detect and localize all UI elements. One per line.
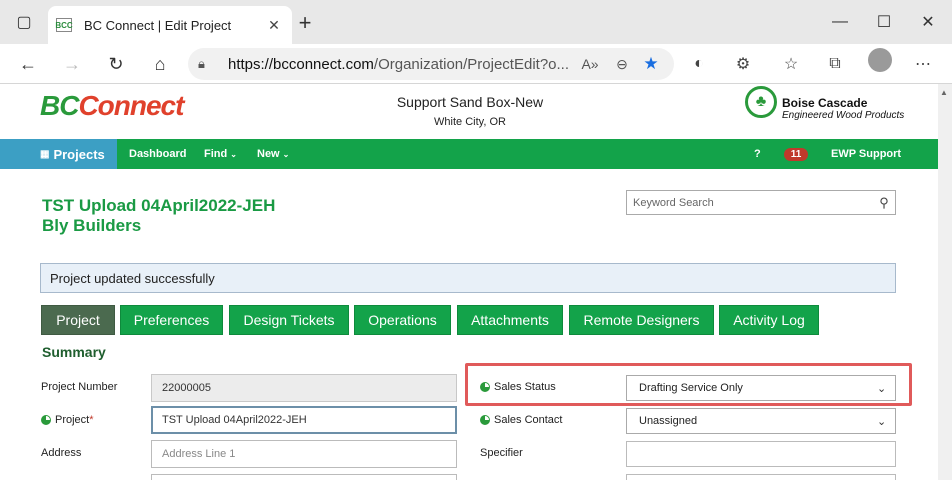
search-icon[interactable]: ⚲ <box>873 195 895 211</box>
grid-icon: ▦ <box>40 148 50 160</box>
project-builder: Bly Builders <box>42 216 142 235</box>
sales-contact-label: Sales Contact <box>480 414 562 426</box>
project-title: TST Upload 04April2022-JEH <box>42 196 276 215</box>
collections-icon[interactable]: ⧉ <box>820 50 850 78</box>
new-tab-icon[interactable]: + <box>292 10 318 36</box>
main-nav: ▦ Projects Dashboard Find ⌄ New ⌄ ? 11 E… <box>0 139 938 169</box>
keyword-search: ⚲ <box>626 190 896 215</box>
refresh-icon[interactable]: ↻ <box>102 50 130 78</box>
lock-icon[interactable]: 🔒︎ <box>198 56 218 72</box>
tab-actions-icon[interactable]: ▢ <box>10 8 38 36</box>
nav-new[interactable]: New ⌄ <box>257 139 289 169</box>
pie-status-icon <box>41 415 51 425</box>
notification-badge[interactable]: 11 <box>784 148 808 161</box>
help-icon[interactable]: ? <box>754 139 761 169</box>
home-icon[interactable]: ⌂ <box>146 50 174 78</box>
zoom-icon[interactable]: ⊖ <box>606 56 638 73</box>
specifier-label: Specifier <box>480 447 523 459</box>
sales-contact-value: Unassigned <box>639 415 698 427</box>
browser-tab-bar: ▢ BCC BC Connect | Edit Project ✕ + — ☐ … <box>0 0 952 44</box>
nav-dashboard[interactable]: Dashboard <box>129 139 186 169</box>
sales-contact-select[interactable]: Unassigned ⌄ <box>626 408 896 434</box>
boise-cascade-tree-icon: ♣ <box>745 86 777 118</box>
nav-find-label: Find <box>204 148 228 160</box>
specifier-input[interactable] <box>626 441 896 467</box>
tab-remote-designers[interactable]: Remote Designers <box>569 305 714 335</box>
extensions-puzzle-icon[interactable]: ⚙ <box>728 50 758 78</box>
profile-avatar[interactable] <box>868 48 892 72</box>
highlight-annotation <box>465 363 912 406</box>
address-bar[interactable]: 🔒︎ https://bcconnect.com/Organization/Pr… <box>188 48 674 80</box>
nav-projects[interactable]: ▦ Projects <box>0 139 117 169</box>
pie-status-icon <box>480 415 490 425</box>
read-aloud-icon[interactable]: A» <box>574 56 606 72</box>
project-label-text: Project <box>55 414 90 426</box>
nav-user-menu[interactable]: EWP Support <box>831 139 901 169</box>
project-number-label: Project Number <box>41 381 118 393</box>
project-name-input[interactable]: TST Upload 04April2022-JEH <box>151 406 457 434</box>
maximize-icon[interactable]: ☐ <box>870 8 898 36</box>
scroll-up-icon[interactable]: ▲ <box>940 88 948 97</box>
tab-project[interactable]: Project <box>41 305 115 335</box>
nav-find[interactable]: Find ⌄ <box>204 139 237 169</box>
summary-heading: Summary <box>42 344 106 360</box>
org-location: White City, OR <box>434 116 506 128</box>
partner-subtitle: Engineered Wood Products <box>782 110 905 121</box>
tab-title: BC Connect | Edit Project <box>84 17 232 33</box>
close-tab-icon[interactable]: ✕ <box>264 17 284 34</box>
extension-icon[interactable]: ◐ <box>684 50 714 78</box>
browser-tab[interactable]: BCC BC Connect | Edit Project ✕ <box>48 6 292 44</box>
required-marker: * <box>89 414 94 426</box>
keyword-search-input[interactable] <box>633 196 873 209</box>
page-scrollbar[interactable]: ▲ <box>938 84 952 480</box>
project-number-field: 22000005 <box>151 374 457 402</box>
url-text: https://bcconnect.com/Organization/Proje… <box>228 55 570 73</box>
chevron-down-icon: ⌄ <box>230 149 237 159</box>
address-label: Address <box>41 447 82 459</box>
chevron-down-icon: ⌄ <box>877 415 887 428</box>
chevron-down-icon: ⌄ <box>282 149 290 159</box>
more-menu-icon[interactable]: ⋯ <box>908 50 938 78</box>
tab-attachments[interactable]: Attachments <box>457 305 563 335</box>
forward-icon[interactable]: → <box>58 50 86 78</box>
address-line2-input[interactable] <box>151 474 457 480</box>
bcconnect-logo[interactable]: BCConnect <box>40 90 184 122</box>
tab-design-tickets[interactable]: Design Tickets <box>229 305 349 335</box>
success-alert: Project updated successfully <box>40 263 896 293</box>
site-favicon-icon: BCC <box>55 18 73 32</box>
tab-preferences[interactable]: Preferences <box>120 305 223 335</box>
nav-new-label: New <box>257 148 280 160</box>
favorite-star-icon[interactable]: ★ <box>638 54 664 74</box>
tab-activity-log[interactable]: Activity Log <box>719 305 819 335</box>
project-label: Project * <box>41 414 94 426</box>
address-placeholder: Address Line 1 <box>162 448 236 460</box>
org-name: Support Sand Box-New <box>396 94 544 110</box>
close-window-icon[interactable]: ✕ <box>914 8 942 36</box>
next-input[interactable] <box>626 474 896 480</box>
address-line1-input[interactable]: Address Line 1 <box>151 440 457 468</box>
partner-name: Boise Cascade <box>782 96 868 110</box>
favorites-icon[interactable]: ☆ <box>776 50 806 78</box>
sales-contact-label-text: Sales Contact <box>494 414 563 426</box>
minimize-icon[interactable]: — <box>826 8 854 36</box>
back-icon[interactable]: ← <box>14 50 42 78</box>
browser-toolbar: ← → ↻ ⌂ 🔒︎ https://bcconnect.com/Organiz… <box>0 44 952 84</box>
nav-projects-label: Projects <box>53 146 105 162</box>
tab-operations[interactable]: Operations <box>354 305 451 335</box>
